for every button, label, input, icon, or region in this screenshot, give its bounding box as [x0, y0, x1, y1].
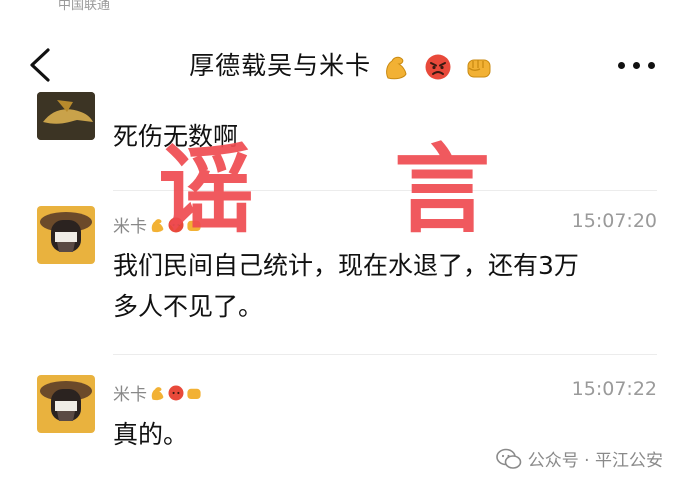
angry-face-emoji-icon — [168, 385, 184, 400]
more-dot-icon — [648, 62, 655, 69]
wechat-icon — [495, 448, 522, 469]
message-time: 15:07:22 — [571, 378, 657, 400]
watermark: 公众号 · 平江公安 — [495, 446, 663, 471]
watermark-text: 公众号 · 平江公安 — [527, 451, 663, 471]
sender-row: 米卡 — [113, 380, 203, 405]
chat-header: 厚德载吴与米卡 — [0, 0, 683, 100]
chat-title: 厚德载吴与米卡 — [189, 51, 372, 80]
flexed-biceps-emoji-icon — [151, 386, 164, 400]
more-options-button[interactable] — [617, 58, 657, 74]
more-dot-icon — [618, 62, 625, 69]
fist-emoji-icon — [187, 388, 201, 399]
message-divider — [113, 354, 657, 355]
rumor-stamp-char: 言 — [394, 134, 490, 246]
avatar-first-sender[interactable] — [37, 92, 95, 140]
avatar-image-icon — [37, 92, 95, 140]
message-text: 真的。 — [113, 420, 189, 449]
message-text-line: 多人不见了。 — [113, 292, 264, 321]
message-text-line: 我们民间自己统计，现在水退了，还有3万 — [113, 251, 579, 280]
avatar-mika[interactable] — [37, 206, 95, 264]
sender-name: 米卡 — [113, 217, 147, 237]
angry-face-emoji-icon — [425, 54, 451, 80]
avatar-mika[interactable] — [37, 375, 95, 433]
message-time: 15:07:20 — [571, 210, 657, 232]
avatar-image-icon — [37, 206, 95, 264]
avatar-image-icon — [37, 375, 95, 433]
sender-name: 米卡 — [113, 385, 147, 405]
chat-title-wrap: 厚德载吴与米卡 — [0, 46, 683, 82]
flexed-biceps-emoji-icon — [386, 56, 407, 80]
more-dot-icon — [633, 62, 640, 69]
fist-emoji-icon — [467, 59, 491, 78]
rumor-stamp-char: 谣 — [158, 134, 254, 246]
